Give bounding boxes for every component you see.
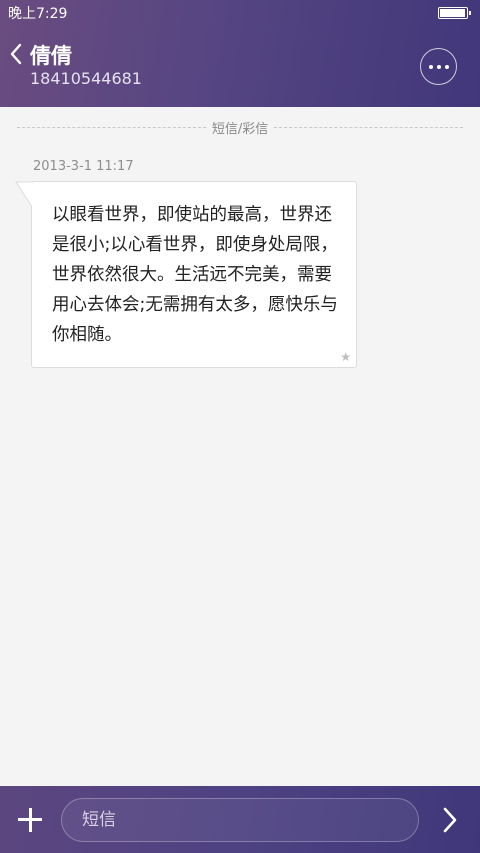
message-text: 以眼看世界，即使站的最高，世界还是很小;以心看世界，即使身处局限，世界依然很大。… (52, 205, 338, 345)
battery-icon (438, 7, 471, 19)
bubble-tail (15, 181, 33, 208)
status-bar: 晚上7:29 (0, 0, 480, 26)
more-horizontal-icon-dot (444, 64, 449, 69)
sms-conversation-screen: 晚上7:29 倩倩 18410544681 短信/彩信 2013-3-1 11:… (0, 0, 480, 853)
contact-name: 倩倩 (30, 44, 72, 68)
conversation-header: 晚上7:29 倩倩 18410544681 (0, 0, 480, 107)
more-horizontal-icon (428, 64, 433, 69)
message-timestamp: 2013-3-1 11:17 (33, 159, 134, 174)
chevron-left-icon (10, 43, 22, 65)
composer-bar (0, 786, 480, 853)
add-attachment-button[interactable] (16, 806, 44, 834)
divider-line-right (274, 126, 464, 128)
divider-line-left (17, 126, 206, 128)
battery-level (440, 9, 465, 17)
back-button[interactable] (4, 40, 28, 68)
contact-number: 18410544681 (30, 69, 142, 88)
chevron-right-icon (443, 807, 457, 833)
message-type-divider: 短信/彩信 (17, 118, 464, 137)
message-type-label: 短信/彩信 (211, 121, 269, 137)
send-button[interactable] (436, 806, 464, 834)
received-message-bubble[interactable]: 以眼看世界，即使站的最高，世界还是很小;以心看世界，即使身处局限，世界依然很大。… (31, 181, 357, 368)
message-input[interactable] (61, 798, 419, 842)
status-time: 晚上7:29 (8, 6, 68, 22)
more-horizontal-icon-dot (436, 64, 441, 69)
more-options-button[interactable] (420, 48, 457, 85)
star-icon[interactable]: ★ (340, 350, 351, 364)
